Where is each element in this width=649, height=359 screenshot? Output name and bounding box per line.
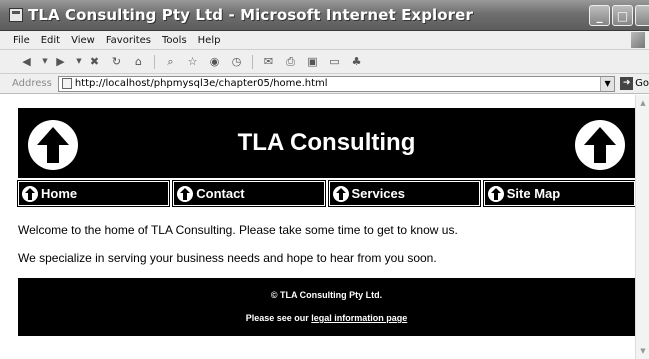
forward-dropdown-icon[interactable]: ▼: [76, 55, 82, 68]
nav-site-map[interactable]: Site Map: [482, 180, 637, 207]
up-arrow-icon: [487, 185, 504, 202]
scroll-down-icon[interactable]: ▼: [637, 345, 649, 357]
up-arrow-icon: [177, 185, 194, 202]
messenger-icon[interactable]: ♣: [350, 55, 363, 68]
page-viewport: TLA Consulting Home Contact Services Sit…: [0, 95, 649, 359]
legal-text: Please see our legal information page: [246, 313, 408, 323]
nav-services-label: Services: [351, 186, 406, 201]
title-bar: TLA Consulting Pty Ltd - Microsoft Inter…: [0, 0, 649, 31]
address-dropdown-icon[interactable]: ▼: [600, 76, 615, 91]
page-icon: [61, 78, 72, 89]
address-input[interactable]: http://localhost/phpmysql3e/chapter05/ho…: [57, 75, 616, 92]
edit-icon[interactable]: ▣: [306, 55, 319, 68]
site-footer: © TLA Consulting Pty Ltd. Please see our…: [18, 278, 635, 336]
site-title: TLA Consulting: [237, 129, 416, 156]
print-icon[interactable]: ⎙: [284, 55, 297, 68]
go-button[interactable]: ➜ Go: [620, 77, 649, 90]
vertical-scrollbar[interactable]: ▲ ▼: [635, 95, 649, 359]
up-arrow-icon: [22, 185, 38, 202]
nav-home[interactable]: Home: [16, 180, 171, 207]
site-nav: Home Contact Services Site Map: [16, 180, 637, 207]
back-icon[interactable]: ◀: [20, 55, 33, 68]
address-bar: Address http://localhost/phpmysql3e/chap…: [0, 74, 649, 94]
search-icon[interactable]: ⌕: [164, 55, 177, 68]
up-arrow-logo-icon: [575, 120, 625, 170]
nav-services[interactable]: Services: [327, 180, 481, 207]
toolbar: ◀ ▼ ▶ ▼ ✖ ↻ ⌂ ⌕ ☆ ◉ ◷ ✉ ⎙ ▣ ▭ ♣: [0, 50, 649, 74]
nav-contact[interactable]: Contact: [172, 180, 326, 207]
address-label: Address: [12, 78, 52, 89]
home-icon[interactable]: ⌂: [132, 55, 145, 68]
menu-file[interactable]: File: [13, 35, 30, 46]
maximize-button[interactable]: □: [612, 5, 633, 26]
menu-bar: File Edit View Favorites Tools Help: [0, 31, 649, 50]
close-button[interactable]: [635, 5, 649, 26]
legal-prefix: Please see our: [245, 313, 309, 323]
ie-icon: [9, 8, 23, 22]
history-icon[interactable]: ◷: [230, 55, 243, 68]
up-arrow-logo-icon: [28, 120, 78, 170]
menu-tools[interactable]: Tools: [162, 35, 187, 46]
site-header: TLA Consulting: [18, 108, 635, 178]
discuss-icon[interactable]: ▭: [328, 55, 341, 68]
menu-help[interactable]: Help: [198, 35, 221, 46]
toolbar-separator: [252, 54, 253, 69]
menu-favorites[interactable]: Favorites: [106, 35, 151, 46]
go-label: Go: [635, 78, 649, 89]
back-dropdown-icon[interactable]: ▼: [42, 55, 48, 68]
window-title: TLA Consulting Pty Ltd - Microsoft Inter…: [28, 6, 473, 24]
favorites-icon[interactable]: ☆: [186, 55, 199, 68]
media-icon[interactable]: ◉: [208, 55, 221, 68]
menu-edit[interactable]: Edit: [41, 35, 60, 46]
scroll-up-icon[interactable]: ▲: [637, 97, 649, 109]
forward-icon[interactable]: ▶: [54, 55, 67, 68]
nav-home-label: Home: [41, 186, 78, 201]
nav-contact-label: Contact: [196, 186, 245, 201]
copyright-text: © TLA Consulting Pty Ltd.: [270, 290, 383, 300]
address-url[interactable]: http://localhost/phpmysql3e/chapter05/ho…: [75, 78, 328, 89]
windows-flag-icon: [631, 32, 645, 48]
toolbar-separator: [154, 54, 155, 69]
refresh-icon[interactable]: ↻: [110, 55, 123, 68]
menu-view[interactable]: View: [71, 35, 95, 46]
intro-paragraph: Welcome to the home of TLA Consulting. P…: [18, 223, 458, 237]
stop-icon[interactable]: ✖: [88, 55, 101, 68]
specialize-paragraph: We specialize in serving your business n…: [18, 251, 437, 265]
mail-icon[interactable]: ✉: [262, 55, 275, 68]
legal-information-link[interactable]: legal information page: [311, 313, 407, 323]
window-controls: _ □: [589, 5, 649, 26]
go-arrow-icon: ➜: [620, 77, 634, 90]
nav-site-map-label: Site Map: [506, 186, 561, 201]
up-arrow-icon: [332, 185, 349, 202]
minimize-button[interactable]: _: [589, 5, 610, 26]
